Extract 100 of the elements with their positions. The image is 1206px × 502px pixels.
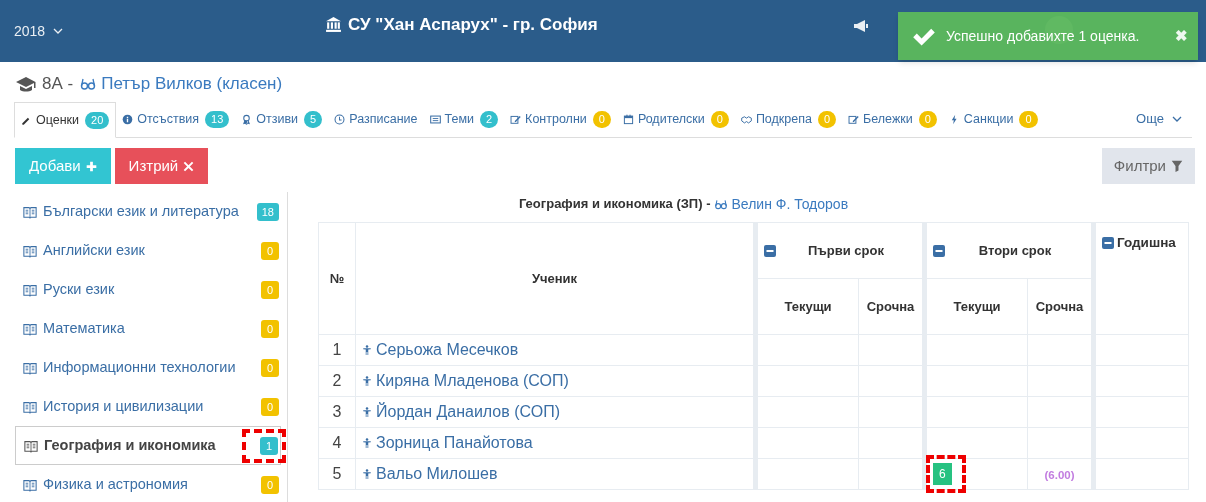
term-header: Първи срок (807, 241, 885, 260)
subject-item[interactable]: Физика и астрономия 0 (15, 465, 281, 502)
tab[interactable]: Санкции 0 (942, 101, 1044, 137)
book-icon (23, 477, 37, 492)
count-badge: 0 (261, 241, 279, 260)
calendar-icon (622, 113, 634, 125)
count-badge: 0 (1019, 110, 1038, 128)
school-title: СУ "Хан Аспарух" - гр. София (348, 14, 598, 36)
tab[interactable]: Оценки 20 (14, 102, 117, 138)
tab[interactable]: Контролни 0 (504, 101, 617, 137)
person-icon (362, 405, 372, 419)
column-header: Ученик (355, 222, 756, 335)
tab[interactable]: Отсъствия 13 (116, 101, 236, 137)
book-icon (23, 360, 37, 375)
row-number: 2 (318, 365, 356, 397)
toast-message: Успешно добавихте 1 оценка. (946, 26, 1141, 46)
checkmark-icon (912, 26, 936, 46)
book-icon (23, 282, 37, 297)
column-header: Годишна (1117, 234, 1176, 252)
count-badge: 18 (256, 202, 279, 221)
count-badge: 0 (261, 280, 279, 299)
subject-name: Английски език (43, 240, 146, 260)
tab[interactable]: Подкрепа 0 (734, 101, 843, 137)
clock-icon (334, 113, 346, 125)
collapse-icon (933, 244, 945, 257)
count-badge: 0 (261, 319, 279, 338)
tab[interactable]: Разписание (328, 101, 424, 137)
book-icon (24, 438, 38, 453)
plus-icon (85, 160, 97, 172)
book-icon (23, 399, 37, 414)
count-badge: 0 (710, 110, 729, 128)
row-number: 5 (318, 458, 356, 490)
subject-name: География и икономика (44, 435, 217, 455)
term-average: (6.00) (1044, 469, 1075, 481)
book-icon (23, 204, 37, 219)
column-header: Срочна (858, 278, 925, 335)
collapse-icon (1102, 237, 1114, 250)
person-icon (362, 467, 372, 481)
tab[interactable]: Теми 2 (423, 101, 505, 137)
graduation-cap-icon (16, 76, 36, 92)
year-dropdown[interactable]: 2018 (14, 20, 64, 42)
info-icon (122, 113, 134, 125)
subject-name: История и цивилизации (43, 396, 205, 416)
column-header: Текущи (924, 278, 1028, 335)
count-badge: 20 (85, 111, 110, 129)
megaphone-icon (852, 18, 870, 34)
subject-name: Информационни технологии (43, 357, 237, 377)
teacher-link[interactable]: Велин Ф. Тодоров (714, 193, 849, 215)
row-number: 3 (318, 396, 356, 428)
list-icon (429, 113, 441, 125)
filter-button[interactable]: Филтри (1101, 148, 1195, 184)
subject-item[interactable]: Английски език 0 (15, 231, 281, 270)
term-header: Втори срок (977, 241, 1053, 260)
tab[interactable]: Бележки 0 (842, 101, 943, 137)
column-header: Текущи (755, 278, 859, 335)
subject-name: Руски език (43, 279, 116, 299)
teacher-link[interactable]: Петър Вилков (класен) (79, 71, 283, 97)
subject-name: Математика (43, 318, 126, 338)
delete-button[interactable]: Изтрий (114, 148, 209, 184)
glasses-icon (714, 197, 729, 211)
person-icon (362, 374, 372, 388)
subject-item[interactable]: Български език и литература 18 (15, 192, 281, 231)
chevron-down-icon (1172, 114, 1182, 124)
column-header: № (318, 222, 356, 335)
count-badge: 0 (592, 110, 611, 128)
edit-icon (510, 113, 522, 125)
column-header: Срочна (1027, 278, 1094, 335)
count-badge: 0 (918, 110, 937, 128)
table-title: География и икономика (ЗП) - (518, 195, 711, 214)
person-icon (362, 343, 372, 357)
collapse-icon (764, 244, 776, 257)
award-icon (241, 113, 253, 125)
row-number: 4 (318, 427, 356, 459)
count-badge: 1 (260, 436, 278, 455)
count-badge: 13 (205, 110, 230, 128)
edit-icon (848, 113, 860, 125)
row-number: 1 (318, 334, 356, 366)
funnel-icon (1171, 160, 1183, 172)
chevron-down-icon (53, 26, 64, 36)
tab[interactable]: Родителски 0 (616, 101, 735, 137)
subject-name: Физика и астрономия (43, 474, 189, 494)
count-badge: 5 (304, 110, 323, 128)
person-icon (362, 436, 372, 450)
subject-item[interactable]: Математика 0 (15, 309, 281, 348)
book-icon (23, 243, 37, 258)
count-badge: 2 (479, 110, 499, 128)
subject-item[interactable]: Информационни технологии 0 (15, 348, 281, 387)
more-dropdown[interactable]: Още (1136, 101, 1192, 137)
tab[interactable]: Отзиви 5 (235, 101, 329, 137)
subject-item[interactable]: Руски език 0 (15, 270, 281, 309)
class-name: 8А - (42, 73, 74, 96)
count-badge: 0 (817, 110, 837, 128)
x-icon (183, 160, 195, 172)
subject-name: Български език и литература (43, 201, 240, 221)
count-badge: 0 (261, 475, 279, 494)
bank-icon (325, 16, 342, 34)
book-icon (23, 321, 37, 336)
count-badge: 0 (261, 358, 279, 377)
glasses-icon (79, 76, 98, 92)
subject-item[interactable]: История и цивилизации 0 (15, 387, 281, 426)
